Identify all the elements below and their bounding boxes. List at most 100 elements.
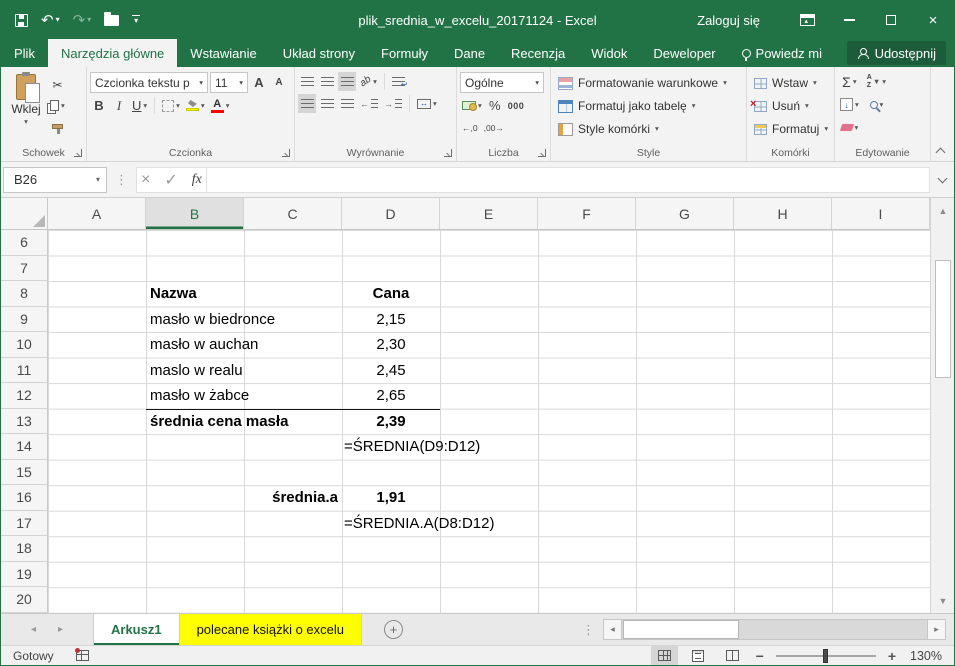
cell-D12[interactable]: 2,65 [342,383,440,409]
tab-formulas[interactable]: Formuły [368,39,441,67]
cell-D14[interactable]: =ŚREDNIA(D9:D12) [344,434,480,460]
wrap-text-button[interactable] [390,72,408,91]
cell-C16[interactable]: średnia.a [246,485,338,511]
font-name-select[interactable]: Czcionka tekstu p▾ [90,72,208,93]
row-header-8[interactable]: 8 [1,281,48,307]
column-header-c[interactable]: C [244,198,342,229]
row-header-13[interactable]: 13 [1,409,48,435]
scroll-up-button[interactable]: ▲ [931,198,955,223]
cell-D16[interactable]: 1,91 [342,485,440,511]
find-select-button[interactable]: ▾ [865,95,888,114]
vertical-scrollbar-thumb[interactable] [935,260,951,378]
cell-D11[interactable]: 2,45 [342,358,440,384]
column-header-a[interactable]: A [48,198,146,229]
bold-button[interactable]: B [90,96,108,115]
copy-button[interactable]: ▾ [48,96,67,115]
ribbon-display-options-button[interactable] [786,1,828,39]
cut-button[interactable]: ✂ [48,75,67,94]
column-header-f[interactable]: F [538,198,636,229]
cell-B9[interactable]: masło w biedronce [150,307,275,333]
format-cells-button[interactable]: Formatuj▾ [750,118,831,140]
fill-button[interactable]: ↓▾ [838,95,861,114]
fill-color-button[interactable]: ▾ [184,96,207,115]
column-header-b[interactable]: B [146,198,244,229]
increase-decimal-button[interactable]: ←,0 [460,118,480,137]
row-header-11[interactable]: 11 [1,358,48,384]
scroll-down-button[interactable]: ▼ [931,588,955,613]
cell-D9[interactable]: 2,15 [342,307,440,333]
sheet-nav-left-button[interactable]: ◂ [31,624,36,635]
select-all-button[interactable] [1,198,48,229]
expand-formula-bar-button[interactable] [934,171,952,189]
vertical-scrollbar[interactable]: ▲ ▼ [930,198,955,613]
zoom-slider-handle[interactable] [823,649,828,663]
grow-font-button[interactable]: A [250,73,268,92]
row-header-9[interactable]: 9 [1,307,48,333]
format-as-table-button[interactable]: Formatuj jako tabelę▾ [554,95,743,117]
font-color-button[interactable]: A▾ [209,96,232,115]
redo-button[interactable]: ↷▾ [73,13,92,28]
borders-button[interactable]: ▾ [160,96,182,115]
tab-data[interactable]: Dane [441,39,498,67]
dialog-launcher-icon[interactable] [282,149,290,157]
cell-B8[interactable]: Nazwa [150,281,197,307]
percent-style-button[interactable]: % [486,96,504,115]
paste-button[interactable]: Wklej ▾ [4,70,48,144]
horizontal-scrollbar-thumb[interactable] [623,620,739,639]
font-size-select[interactable]: 11▾ [210,72,248,93]
save-button[interactable] [15,14,28,27]
undo-button[interactable]: ↶▾ [41,13,60,28]
dialog-launcher-icon[interactable] [74,149,82,157]
italic-button[interactable]: I [110,96,128,115]
row-header-10[interactable]: 10 [1,332,48,358]
sheet-tab-arkusz1[interactable]: Arkusz1 [93,614,180,645]
cell-B12[interactable]: masło w żabce [150,383,249,409]
decrease-indent-button[interactable]: ← [358,94,380,113]
dialog-launcher-icon[interactable] [538,149,546,157]
cell-B10[interactable]: masło w auchan [150,332,258,358]
customize-qat-button[interactable]: ▾ [132,15,140,26]
sign-in-link[interactable]: Zaloguj się [697,13,760,28]
accounting-format-button[interactable]: ▾ [460,96,484,115]
shrink-font-button[interactable]: A [270,73,288,92]
insert-function-button[interactable]: fx [192,172,202,188]
tab-home[interactable]: Narzędzia główne [48,39,177,67]
number-format-select[interactable]: Ogólne▾ [460,72,544,93]
cell-D13[interactable]: 2,39 [342,409,440,435]
row-header-17[interactable]: 17 [1,511,48,537]
cell-styles-button[interactable]: Style komórki▾ [554,118,743,140]
row-header-14[interactable]: 14 [1,434,48,460]
column-header-h[interactable]: H [734,198,832,229]
spreadsheet-grid[interactable]: 6 7 8 9 10 11 12 13 14 15 16 17 18 19 20… [1,230,930,613]
conditional-formatting-button[interactable]: Formatowanie warunkowe▾ [554,72,743,94]
enter-button[interactable]: ✓ [164,170,177,190]
cell-D10[interactable]: 2,30 [342,332,440,358]
underline-button[interactable]: U▾ [130,96,149,115]
autosum-button[interactable]: Σ▾ [838,72,861,91]
insert-cells-button[interactable]: Wstaw▾ [750,72,831,94]
view-page-layout-button[interactable] [685,645,712,666]
sheet-tab-polecane-ksiazki[interactable]: polecane książki o excelu [180,614,362,645]
increase-indent-button[interactable]: → [382,94,404,113]
column-header-g[interactable]: G [636,198,734,229]
format-painter-button[interactable] [48,117,67,136]
row-header-16[interactable]: 16 [1,485,48,511]
scroll-right-button[interactable]: ▸ [927,619,946,640]
cell-D17[interactable]: =ŚREDNIA.A(D8:D12) [344,511,494,537]
add-sheet-button[interactable]: + [384,620,403,639]
clear-button[interactable]: ▾ [838,118,861,137]
align-bottom-button[interactable] [338,72,356,91]
dialog-launcher-icon[interactable] [444,149,452,157]
orientation-button[interactable]: ab▾ [358,72,379,91]
tab-developer[interactable]: Deweloper [640,39,728,67]
tell-me-box[interactable]: Powiedz mi [729,39,835,67]
decrease-decimal-button[interactable]: ,00→ [482,118,506,137]
maximize-button[interactable] [870,1,912,39]
cell-B11[interactable]: maslo w realu [150,358,243,384]
open-button[interactable] [104,15,119,26]
row-header-20[interactable]: 20 [1,587,48,613]
align-right-button[interactable] [338,94,356,113]
row-header-7[interactable]: 7 [1,256,48,282]
row-header-18[interactable]: 18 [1,536,48,562]
zoom-in-button[interactable]: + [885,648,899,664]
